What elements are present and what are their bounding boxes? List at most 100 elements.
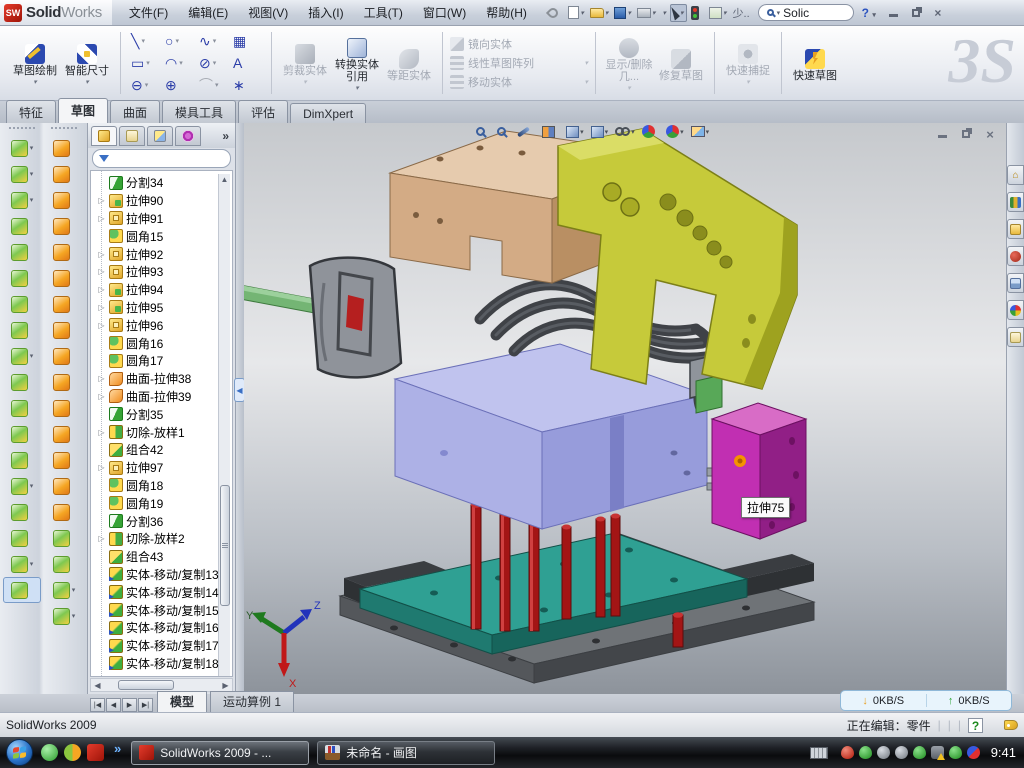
- search-input[interactable]: ▾ Solic: [758, 4, 854, 21]
- linear-pattern-icon[interactable]: ▾: [3, 343, 41, 369]
- point-tool[interactable]: ∗ ▾: [230, 78, 264, 92]
- expand-arrow-icon[interactable]: ▷: [97, 321, 106, 330]
- linear-sketch-pattern-button[interactable]: 线性草图阵列 ▾: [450, 55, 588, 71]
- boundary-surface-icon[interactable]: ▾: [45, 239, 83, 265]
- magenta-block[interactable]: [712, 403, 806, 539]
- expand-arrow-icon[interactable]: ▷: [97, 463, 106, 472]
- expand-arrow-icon[interactable]: ▷: [97, 267, 106, 276]
- clamp-part[interactable]: [244, 258, 401, 378]
- restore-button[interactable]: [908, 6, 924, 20]
- appearances-icon[interactable]: [1007, 300, 1024, 320]
- doc-restore-button[interactable]: [958, 127, 974, 141]
- toolbar-grip[interactable]: [51, 127, 77, 132]
- polygon-tool[interactable]: ⊕ ▾: [162, 78, 196, 92]
- surface-cylinder-icon[interactable]: ▾: [45, 551, 83, 577]
- expand-arrow-icon[interactable]: ▷: [97, 303, 106, 312]
- move-copy-body-icon[interactable]: ▾: [3, 447, 41, 473]
- toolbar-overflow-label[interactable]: 少..: [733, 5, 750, 21]
- feature-tree-item[interactable]: ▷ 实体-移动/复制16: [97, 619, 218, 637]
- section-view-icon[interactable]: ▾: [542, 126, 560, 138]
- lofted-surface-icon[interactable]: ▾: [45, 213, 83, 239]
- feature-tree-item[interactable]: ▷ 切除-放样1: [97, 423, 218, 441]
- menu-item[interactable]: 编辑(E): [179, 1, 237, 24]
- reference-star-icon[interactable]: ▾: [45, 577, 83, 603]
- filled-surface-icon[interactable]: ▾: [45, 265, 83, 291]
- mirror-icon[interactable]: ▾: [3, 369, 41, 395]
- tag-icon[interactable]: [1004, 720, 1018, 730]
- menu-item[interactable]: 文件(F): [120, 1, 177, 24]
- draft-icon[interactable]: ▾: [3, 317, 41, 343]
- zoom-to-area-icon[interactable]: ▾: [497, 127, 511, 136]
- revolved-surface-icon[interactable]: ▾: [45, 161, 83, 187]
- split-icon[interactable]: ▾: [3, 395, 41, 421]
- convert-entities-button[interactable]: 转换实体引用 ▾: [331, 34, 383, 92]
- line-tool[interactable]: ╲ ▾: [128, 34, 162, 48]
- close-button[interactable]: ×: [930, 6, 946, 20]
- undo-icon[interactable]: ▾: [659, 8, 668, 18]
- boundary-boss-icon[interactable]: ▾: [3, 265, 41, 291]
- zoom-to-fit-icon[interactable]: ▾: [476, 127, 490, 136]
- toolbar-grip[interactable]: [9, 127, 35, 132]
- mirror-entities-button[interactable]: 镜向实体: [450, 36, 588, 52]
- quick-launch-chevron[interactable]: »: [114, 741, 121, 756]
- volume-icon[interactable]: [895, 746, 908, 759]
- document-tab[interactable]: 模型: [157, 691, 207, 712]
- feature-tree-item[interactable]: ▷ 拉伸95: [97, 299, 218, 317]
- rapid-sketch-button[interactable]: 快速草图: [789, 45, 841, 82]
- trim-surface-icon[interactable]: ▾: [45, 473, 83, 499]
- open-icon[interactable]: ▾: [588, 7, 611, 19]
- taskbar-clock[interactable]: 9:41: [991, 745, 1016, 760]
- view-orientation-icon[interactable]: ▾: [566, 126, 584, 138]
- expand-arrow-icon[interactable]: ▷: [97, 428, 106, 437]
- antivirus-red-icon[interactable]: [841, 746, 854, 759]
- spline-curve-icon[interactable]: ▾: [3, 551, 41, 577]
- delete-face-icon[interactable]: ▾: [45, 369, 83, 395]
- input-method-icon[interactable]: [810, 747, 828, 759]
- tab-prev-button[interactable]: ◀: [106, 698, 121, 712]
- feature-tree-item[interactable]: ▷ 拉伸97: [97, 459, 218, 477]
- extend-surface-icon[interactable]: ▾: [45, 447, 83, 473]
- feature-tree-item[interactable]: ▷ 拉伸96: [97, 316, 218, 334]
- tab-next-button[interactable]: ▶: [122, 698, 137, 712]
- file-explorer-icon[interactable]: [1007, 219, 1024, 239]
- graphics-viewport[interactable]: Y Z X ▾ ▾ ▾: [244, 123, 1006, 694]
- edit-appearance-icon[interactable]: ▾: [642, 125, 660, 138]
- extruded-cut-icon[interactable]: ▾: [3, 161, 41, 187]
- feature-tree-item[interactable]: ▷ 曲面-拉伸38: [97, 370, 218, 388]
- extruded-surface-icon[interactable]: ▾: [45, 135, 83, 161]
- feature-tree-item[interactable]: ▷ 曲面-拉伸39: [97, 388, 218, 406]
- feature-tree-item[interactable]: ▷ 分割34: [97, 174, 218, 192]
- feature-tree-item[interactable]: ▷ 拉伸93: [97, 263, 218, 281]
- rectangle-tool[interactable]: ▭ ▾: [128, 56, 162, 70]
- offset-entities-button[interactable]: 等距实体: [383, 45, 435, 82]
- ellipse-tool[interactable]: ⊘ ▾: [196, 56, 230, 70]
- feature-tree-item[interactable]: ▷ 拉伸92: [97, 245, 218, 263]
- scroll-thumb[interactable]: [118, 680, 174, 690]
- tab-last-button[interactable]: ▶|: [138, 698, 153, 712]
- knit-surface-icon[interactable]: ▾: [45, 499, 83, 525]
- hide-show-items-icon[interactable]: ▾: [615, 127, 635, 136]
- select-icon[interactable]: ▾: [670, 4, 687, 22]
- start-button[interactable]: [6, 739, 33, 766]
- taskbar-button[interactable]: 未命名 - 画图: [317, 741, 495, 765]
- command-tab[interactable]: 模具工具: [162, 100, 236, 123]
- app-ball-icon[interactable]: [64, 744, 81, 761]
- network-warning-icon[interactable]: [931, 746, 944, 759]
- panel-chevron[interactable]: »: [222, 129, 232, 143]
- thicken-icon[interactable]: ▾: [45, 525, 83, 551]
- command-tab[interactable]: 评估: [238, 100, 288, 123]
- spline-tool[interactable]: ∿ ▾: [196, 34, 230, 48]
- reference-plane-icon[interactable]: ▾: [3, 499, 41, 525]
- messenger-icon[interactable]: [41, 744, 58, 761]
- circle-tool[interactable]: ○ ▾: [162, 34, 196, 48]
- feature-tree-item[interactable]: ▷ 拉伸94: [97, 281, 218, 299]
- sketch-fillet-tool[interactable]: ⌒ ▾: [196, 78, 230, 92]
- feature-tree-item[interactable]: ▷ 实体-移动/复制13: [97, 566, 218, 584]
- security-green-icon[interactable]: [859, 746, 872, 759]
- tab-first-button[interactable]: |◀: [90, 698, 105, 712]
- feature-tree-item[interactable]: ▷ 圆角15: [97, 227, 218, 245]
- options-icon[interactable]: ▾: [707, 6, 729, 20]
- display-delete-relations-button[interactable]: 显示/删除几... ▾: [603, 34, 655, 92]
- print-icon[interactable]: ▾: [635, 7, 658, 19]
- solidworks-resources-icon[interactable]: ⌂: [1007, 165, 1024, 185]
